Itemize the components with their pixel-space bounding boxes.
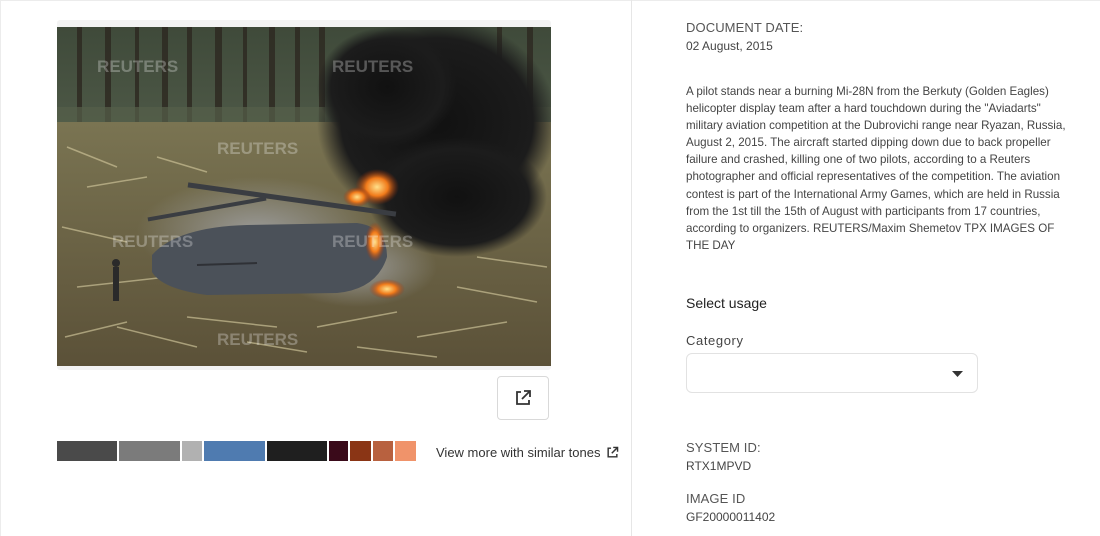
document-date-label: DOCUMENT DATE: [686, 20, 804, 35]
external-link-icon [516, 390, 531, 405]
system-id-value: RTX1MPVD [686, 459, 752, 473]
tone-swatch[interactable] [182, 441, 202, 461]
watermark-text: REUTERS [217, 330, 298, 349]
image-panel: REUTERS REUTERS REUTERS REUTERS REUTERS … [0, 0, 631, 536]
watermark-text: REUTERS [332, 232, 413, 251]
tone-swatch[interactable] [204, 441, 265, 461]
tone-swatch[interactable] [329, 441, 348, 461]
watermark-text: REUTERS [112, 232, 193, 251]
open-image-button[interactable] [497, 376, 549, 420]
photo-frame: REUTERS REUTERS REUTERS REUTERS REUTERS … [57, 20, 551, 370]
similar-tones-label: View more with similar tones [436, 445, 601, 460]
system-id-label: SYSTEM ID: [686, 440, 761, 455]
chevron-down-icon [952, 371, 963, 377]
document-date-value: 02 August, 2015 [686, 39, 773, 53]
tone-swatch[interactable] [57, 441, 117, 461]
image-id-value: GF20000011402 [686, 510, 776, 524]
tone-swatch[interactable] [373, 441, 393, 461]
panel-divider [631, 0, 632, 536]
tone-swatch[interactable] [267, 441, 327, 461]
category-select[interactable] [686, 353, 978, 393]
select-usage-title: Select usage [686, 295, 767, 311]
external-link-icon [606, 446, 619, 459]
watermark-text: REUTERS [97, 57, 178, 76]
watermark-text: REUTERS [217, 139, 298, 158]
image-caption: A pilot stands near a burning Mi-28N fro… [686, 85, 1066, 252]
watermark-text: REUTERS [332, 57, 413, 76]
tone-swatch[interactable] [350, 441, 371, 461]
similar-tones-link[interactable]: View more with similar tones [436, 445, 619, 460]
tone-swatch[interactable] [119, 441, 180, 461]
news-photo[interactable]: REUTERS REUTERS REUTERS REUTERS REUTERS … [57, 27, 551, 366]
tone-swatch[interactable] [395, 441, 416, 461]
category-label: Category [686, 333, 744, 348]
details-panel: DOCUMENT DATE: 02 August, 2015 A pilot s… [686, 0, 1076, 536]
image-id-label: IMAGE ID [686, 491, 746, 506]
